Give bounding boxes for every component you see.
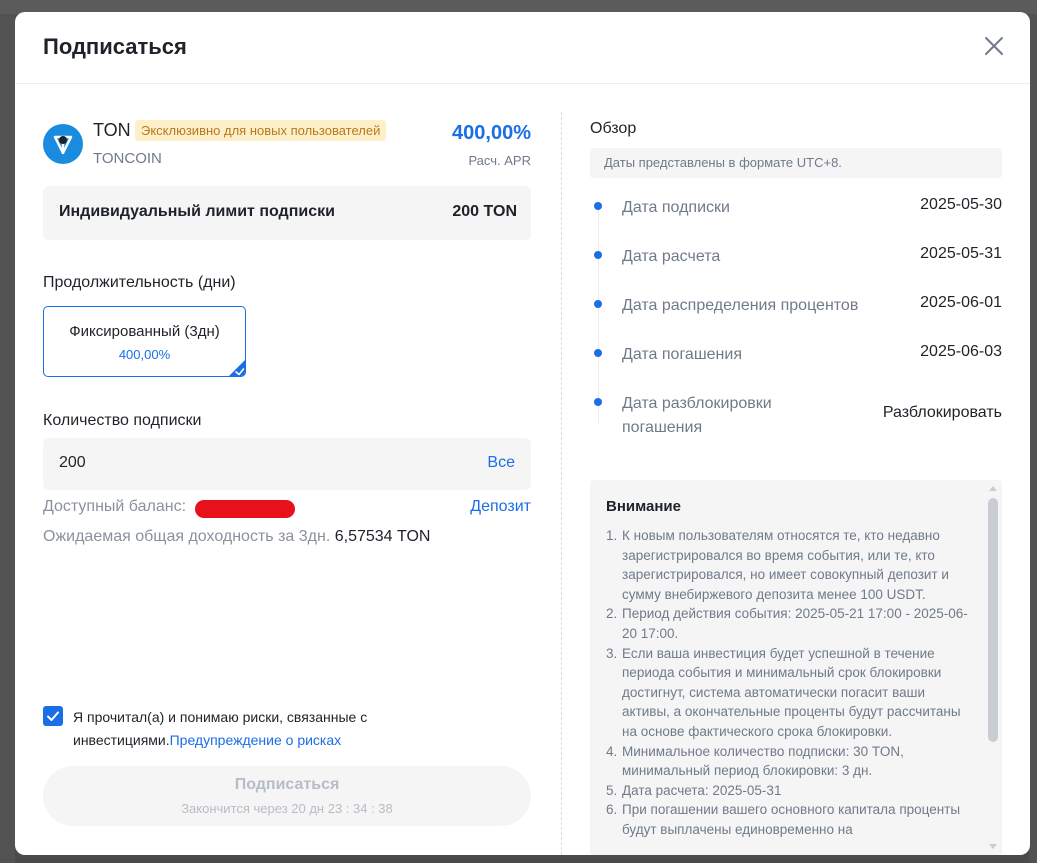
timezone-note: Даты представлены в формате UTC+8. [590, 148, 1002, 178]
coin-symbol: TON [93, 120, 131, 140]
timeline-value: 2025-05-30 [920, 196, 1002, 213]
attention-item-number: 4. [606, 743, 618, 759]
exclusive-badge: Эксклюзивно для новых пользователей [135, 120, 387, 141]
available-balance-label: Доступный баланс: [43, 498, 187, 515]
agreement-checkbox[interactable] [43, 706, 63, 726]
scroll-up-icon[interactable] [989, 486, 997, 491]
amount-input-value[interactable]: 200 [59, 454, 86, 472]
timeline-label: Дата разблокировки погашения [622, 395, 772, 436]
amount-input[interactable]: 200 Все [43, 438, 531, 490]
timeline-label: Дата расчета [622, 248, 721, 265]
modal-header: Подписаться [15, 12, 1030, 84]
expected-yield-label: Ожидаемая общая доходность за 3дн. [43, 528, 331, 545]
attention-box: Внимание 1. К новым пользователям относят… [590, 480, 1002, 855]
attention-item: 3. Если ваша инвестиция будет успешной в … [606, 644, 971, 742]
apr-value: 400,00% [452, 122, 531, 144]
apr-label: Расч. APR [468, 153, 531, 168]
selected-check-icon [229, 360, 245, 376]
coin-full-name: TONCOIN [93, 150, 162, 167]
amount-label: Количество подписки [43, 412, 202, 429]
attention-scrollbar[interactable] [986, 480, 1000, 855]
timeline-dot [594, 300, 602, 308]
timeline-value: 2025-05-31 [920, 245, 1002, 262]
attention-item: 4. Минимальное количество подписки: 30 TO… [606, 742, 971, 781]
expected-yield-row: Ожидаемая общая доходность за 3дн. 6,575… [43, 528, 430, 546]
background-strip-left [0, 14, 15, 863]
timeline-dot [594, 251, 602, 259]
scroll-down-icon[interactable] [989, 844, 997, 849]
timeline-label: Дата подписки [622, 199, 730, 216]
close-button[interactable] [982, 34, 1006, 58]
limit-value: 200 TON [452, 203, 517, 220]
date-timeline: Дата подписки 2025-05-30 Дата расчета 20… [590, 196, 1002, 436]
attention-item-number: 3. [606, 645, 618, 661]
duration-option-rate: 400,00% [118, 347, 171, 362]
timeline-label: Дата погашения [622, 346, 742, 363]
attention-item-text: При погашении вашего основного капитала … [622, 802, 961, 837]
limit-label: Индивидуальный лимит подписки [59, 203, 335, 220]
attention-item-text: Если ваша инвестиция будет успешной в те… [622, 645, 961, 739]
duration-label: Продолжительность (дни) [43, 274, 236, 291]
timeline-label: Дата распределения процентов [622, 297, 859, 314]
attention-item-number: 6. [606, 802, 618, 818]
modal-title: Подписаться [43, 34, 187, 59]
balance-row: Доступный баланс: Депозит [43, 498, 531, 520]
overview-title: Обзор [590, 120, 637, 137]
timeline-value: 2025-06-01 [920, 294, 1002, 311]
subscribe-modal: Подписаться TON Эксклюзивно для новых по… [15, 12, 1030, 855]
attention-item-number: 5. [606, 782, 618, 798]
duration-option-fixed-3d[interactable]: Фиксированный (3дн) 400,00% [43, 306, 246, 377]
background-strip-right [1029, 14, 1037, 863]
timeline-dot [594, 398, 602, 406]
product-header: TON Эксклюзивно для новых пользователей … [43, 112, 531, 172]
attention-item: 5. Дата расчета: 2025-05-31 [606, 781, 971, 801]
attention-item: 2. Период действия события: 2025-05-21 17… [606, 604, 971, 643]
attention-item-text: Минимальное количество подписки: 30 TON,… [622, 743, 904, 779]
timeline-value: 2025-06-03 [920, 343, 1002, 360]
subscribe-countdown: Закончится через 20 дн 23 : 34 : 38 [181, 801, 393, 816]
timeline-dot [594, 349, 602, 357]
attention-title: Внимание [606, 498, 681, 515]
checkmark-icon [47, 711, 59, 721]
deposit-link[interactable]: Депозит [470, 498, 531, 516]
scrollbar-thumb[interactable] [988, 498, 998, 742]
attention-item-number: 2. [606, 606, 618, 622]
timeline-line [598, 202, 599, 424]
column-divider [561, 112, 562, 855]
risk-warning-link[interactable]: Предупреждение о рисках [170, 732, 342, 748]
agreement-text-block: Я прочитал(а) и понимаю риски, связанные… [73, 706, 403, 752]
subscribe-button-label: Подписаться [234, 776, 340, 793]
subscribe-button[interactable]: Подписаться Закончится через 20 дн 23 : … [43, 766, 531, 826]
attention-item: 6. При погашении вашего основного капитал… [606, 800, 971, 839]
max-amount-button[interactable]: Все [487, 454, 515, 472]
duration-option-name: Фиксированный (3дн) [69, 323, 220, 340]
attention-item-number: 1. [606, 528, 618, 543]
subscribe-form: TON Эксклюзивно для новых пользователей … [43, 112, 531, 826]
timeline-value: Разблокировать [882, 404, 1002, 421]
toncoin-logo-icon [43, 124, 83, 164]
attention-item-text: Дата расчета: 2025-05-31 [622, 782, 782, 798]
expected-yield-value: 6,57534 TON [334, 528, 431, 545]
attention-item-text: Период действия события: 2025-05-21 17:0… [622, 606, 968, 641]
redacted-balance-mark [195, 500, 295, 518]
timeline-dot [594, 202, 602, 210]
subscription-limit-box: Индивидуальный лимит подписки 200 TON [43, 186, 531, 240]
close-icon [985, 37, 1003, 55]
attention-item-text: К новым пользователям относятся те, кто … [622, 528, 949, 602]
attention-list: 1. К новым пользователям относятся те, кт… [606, 526, 971, 840]
attention-item: 1. К новым пользователям относятся те, кт… [606, 526, 971, 604]
